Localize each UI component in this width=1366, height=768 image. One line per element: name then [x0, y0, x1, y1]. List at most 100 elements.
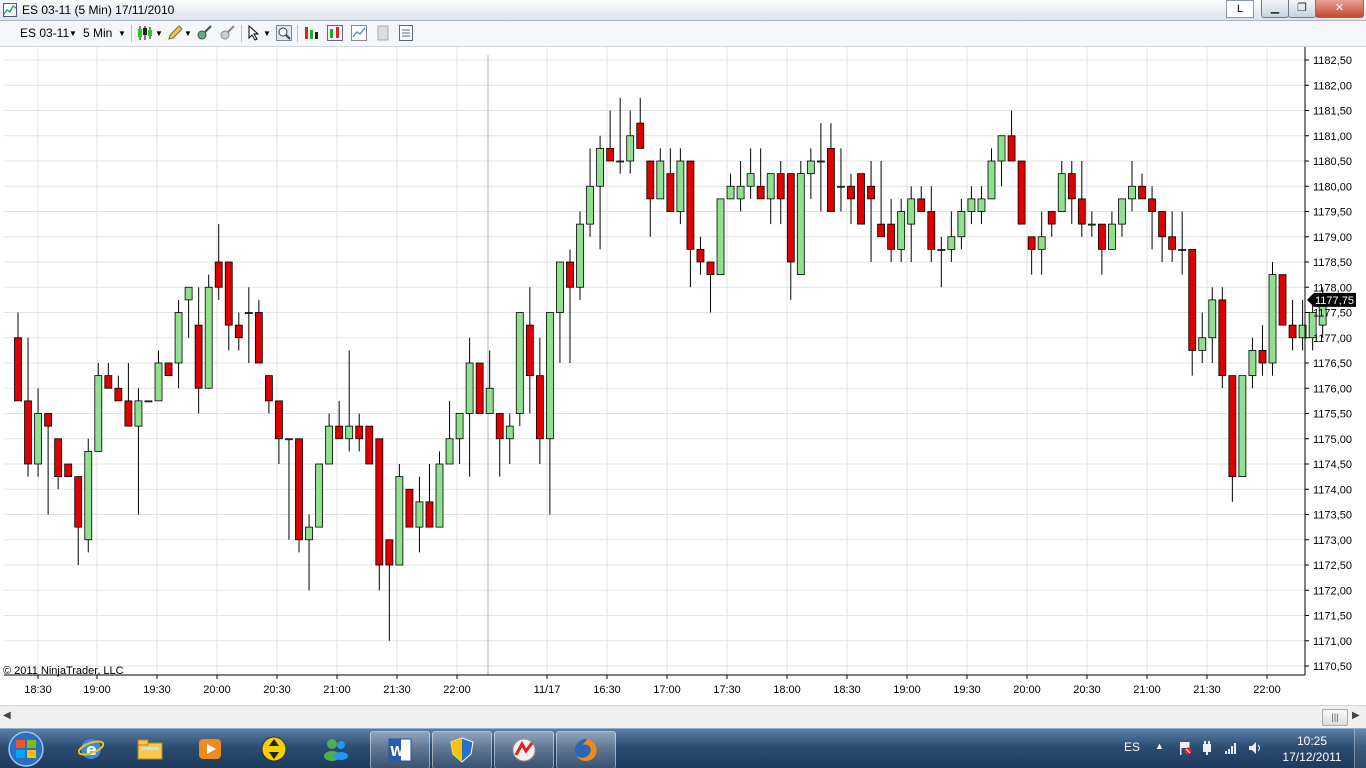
action-center-flag-icon[interactable]	[1178, 741, 1192, 755]
templates-icon[interactable]	[375, 25, 391, 41]
candle-body-down	[1278, 274, 1287, 326]
volume-icon[interactable]	[1248, 741, 1262, 755]
y-tick-label: 1174,50	[1313, 459, 1352, 471]
taskbar-word[interactable]: W	[370, 731, 430, 768]
x-tick-label: 20:30	[1073, 684, 1101, 696]
candle-body-down	[696, 248, 705, 263]
x-tick-label: 22:00	[443, 684, 471, 696]
chevron-down-icon[interactable]: ▼	[118, 25, 126, 42]
y-tick-label: 1173,50	[1313, 510, 1352, 522]
clock-date[interactable]: 17/12/2011	[1282, 750, 1342, 764]
candle-body-up	[84, 450, 93, 541]
candle-body-down	[1138, 185, 1146, 200]
messenger-icon	[324, 739, 348, 761]
chart-scrollbar[interactable]: ◀ ||| ▶	[0, 705, 1366, 728]
candle-body-down	[666, 173, 675, 212]
chart-app-icon	[3, 3, 17, 17]
firefox-icon	[575, 739, 597, 761]
word-icon: W	[388, 738, 412, 762]
network-signal-icon[interactable]	[1224, 741, 1238, 755]
interval-selector[interactable]: 5 Min	[83, 25, 112, 42]
x-tick-label: 20:30	[263, 684, 291, 696]
candle-body-up	[987, 160, 996, 200]
start-button[interactable]	[2, 730, 48, 768]
shield-icon	[450, 737, 474, 763]
power-plug-icon[interactable]	[1200, 741, 1214, 755]
indicators-icon[interactable]	[327, 25, 343, 41]
pencil-icon[interactable]	[167, 25, 183, 41]
x-tick-label: 21:30	[1193, 684, 1221, 696]
copyright-label: © 2011 NinjaTrader, LLC	[3, 665, 124, 677]
candle-body-up	[977, 198, 986, 212]
candle-body-up	[656, 160, 665, 200]
taskbar-firefox[interactable]	[556, 731, 616, 768]
show-hidden-icons-icon[interactable]: ▲	[1155, 741, 1164, 751]
candle-body-down	[164, 362, 173, 377]
scroll-right-arrow-icon[interactable]: ▶	[1352, 710, 1360, 721]
candle	[515, 312, 524, 427]
properties-icon[interactable]	[398, 25, 414, 41]
candle-body-up	[626, 135, 635, 162]
candle-body-down	[847, 185, 855, 200]
taskbar-internet-explorer[interactable]: e	[62, 731, 120, 767]
taskbar-messenger[interactable]	[307, 731, 365, 767]
chevron-down-icon[interactable]: ▼	[263, 25, 271, 42]
price-chart[interactable]: 1182,50 1182,00 1181,50 1181,00 1180,50 1180,…	[0, 47, 1366, 704]
data-box-icon[interactable]	[351, 25, 367, 41]
candle	[94, 363, 103, 452]
candle-body-down	[535, 375, 544, 440]
y-tick-label: 1177,50	[1313, 308, 1352, 320]
candle-body-up	[204, 286, 213, 389]
y-tick-label: 1171,50	[1313, 611, 1352, 623]
close-button[interactable]: ✕	[1315, 0, 1364, 18]
y-tick-label: 1176,50	[1313, 358, 1352, 370]
chevron-down-icon[interactable]: ▼	[69, 25, 77, 42]
scroll-thumb[interactable]: |||	[1322, 709, 1348, 726]
taskbar-media-player[interactable]	[181, 731, 239, 767]
candle-body-up	[746, 173, 755, 187]
taskbar-file-explorer[interactable]	[121, 731, 179, 767]
candle-body-up	[907, 198, 916, 225]
candle-body-down	[495, 413, 504, 440]
candle-body-down	[756, 185, 765, 200]
candle-body-up	[1248, 349, 1257, 377]
y-tick-label: 1175,50	[1313, 409, 1352, 421]
chart-toolbar: ES 03-11 ▼ 5 Min ▼ ▼ ▼ ▼	[0, 21, 1366, 47]
windows-taskbar: e W ES ▲ 10:25 17/12/2011	[0, 728, 1366, 768]
keyboard-language[interactable]: ES	[1124, 740, 1140, 754]
candle-body-down	[124, 400, 133, 427]
candle-body-down	[24, 400, 32, 465]
candlestick-chart[interactable]: 1182,50 1182,00 1181,50 1181,00 1180,50 1180,…	[0, 47, 1366, 704]
minimize-button[interactable]: ▁	[1261, 0, 1289, 18]
layout-toggle[interactable]: L	[1226, 0, 1254, 18]
maximize-button[interactable]: ❐	[1288, 0, 1316, 18]
last-price-label: 1177,75	[1315, 295, 1354, 307]
instrument-selector[interactable]: ES 03-11	[20, 25, 69, 42]
taskbar-security-shield[interactable]	[432, 731, 492, 768]
candle-body-down	[1168, 236, 1177, 250]
crosshair-icon[interactable]	[196, 25, 212, 41]
taskbar-ninjatrader[interactable]	[494, 731, 554, 768]
candle-body-down	[1067, 173, 1076, 200]
taskbar-ninjatrader-launcher[interactable]	[245, 731, 303, 767]
candle-body-down	[636, 122, 645, 149]
clock-time[interactable]: 10:25	[1282, 734, 1342, 748]
candle-body-down	[54, 438, 63, 478]
window-title: ES 03-11 (5 Min) 17/11/2010	[22, 3, 175, 17]
candlestick-icon[interactable]	[137, 25, 153, 41]
candle-body-up	[505, 425, 514, 440]
magnifier-icon[interactable]	[276, 25, 292, 41]
pointer-icon[interactable]	[247, 25, 263, 41]
strategy-icon[interactable]	[304, 25, 320, 41]
candle-body-down	[224, 261, 233, 326]
chevron-down-icon[interactable]: ▼	[184, 25, 192, 42]
chevron-down-icon[interactable]: ▼	[155, 25, 163, 42]
candle-body-down	[375, 438, 384, 566]
svg-text:W: W	[390, 745, 404, 760]
candle-body-up	[325, 425, 334, 465]
x-tick-label: 20:00	[203, 684, 231, 696]
zoom-icon[interactable]	[219, 25, 235, 41]
scroll-left-arrow-icon[interactable]: ◀	[3, 710, 11, 721]
show-desktop-button[interactable]	[1354, 729, 1366, 768]
candle-body-down	[857, 173, 865, 225]
